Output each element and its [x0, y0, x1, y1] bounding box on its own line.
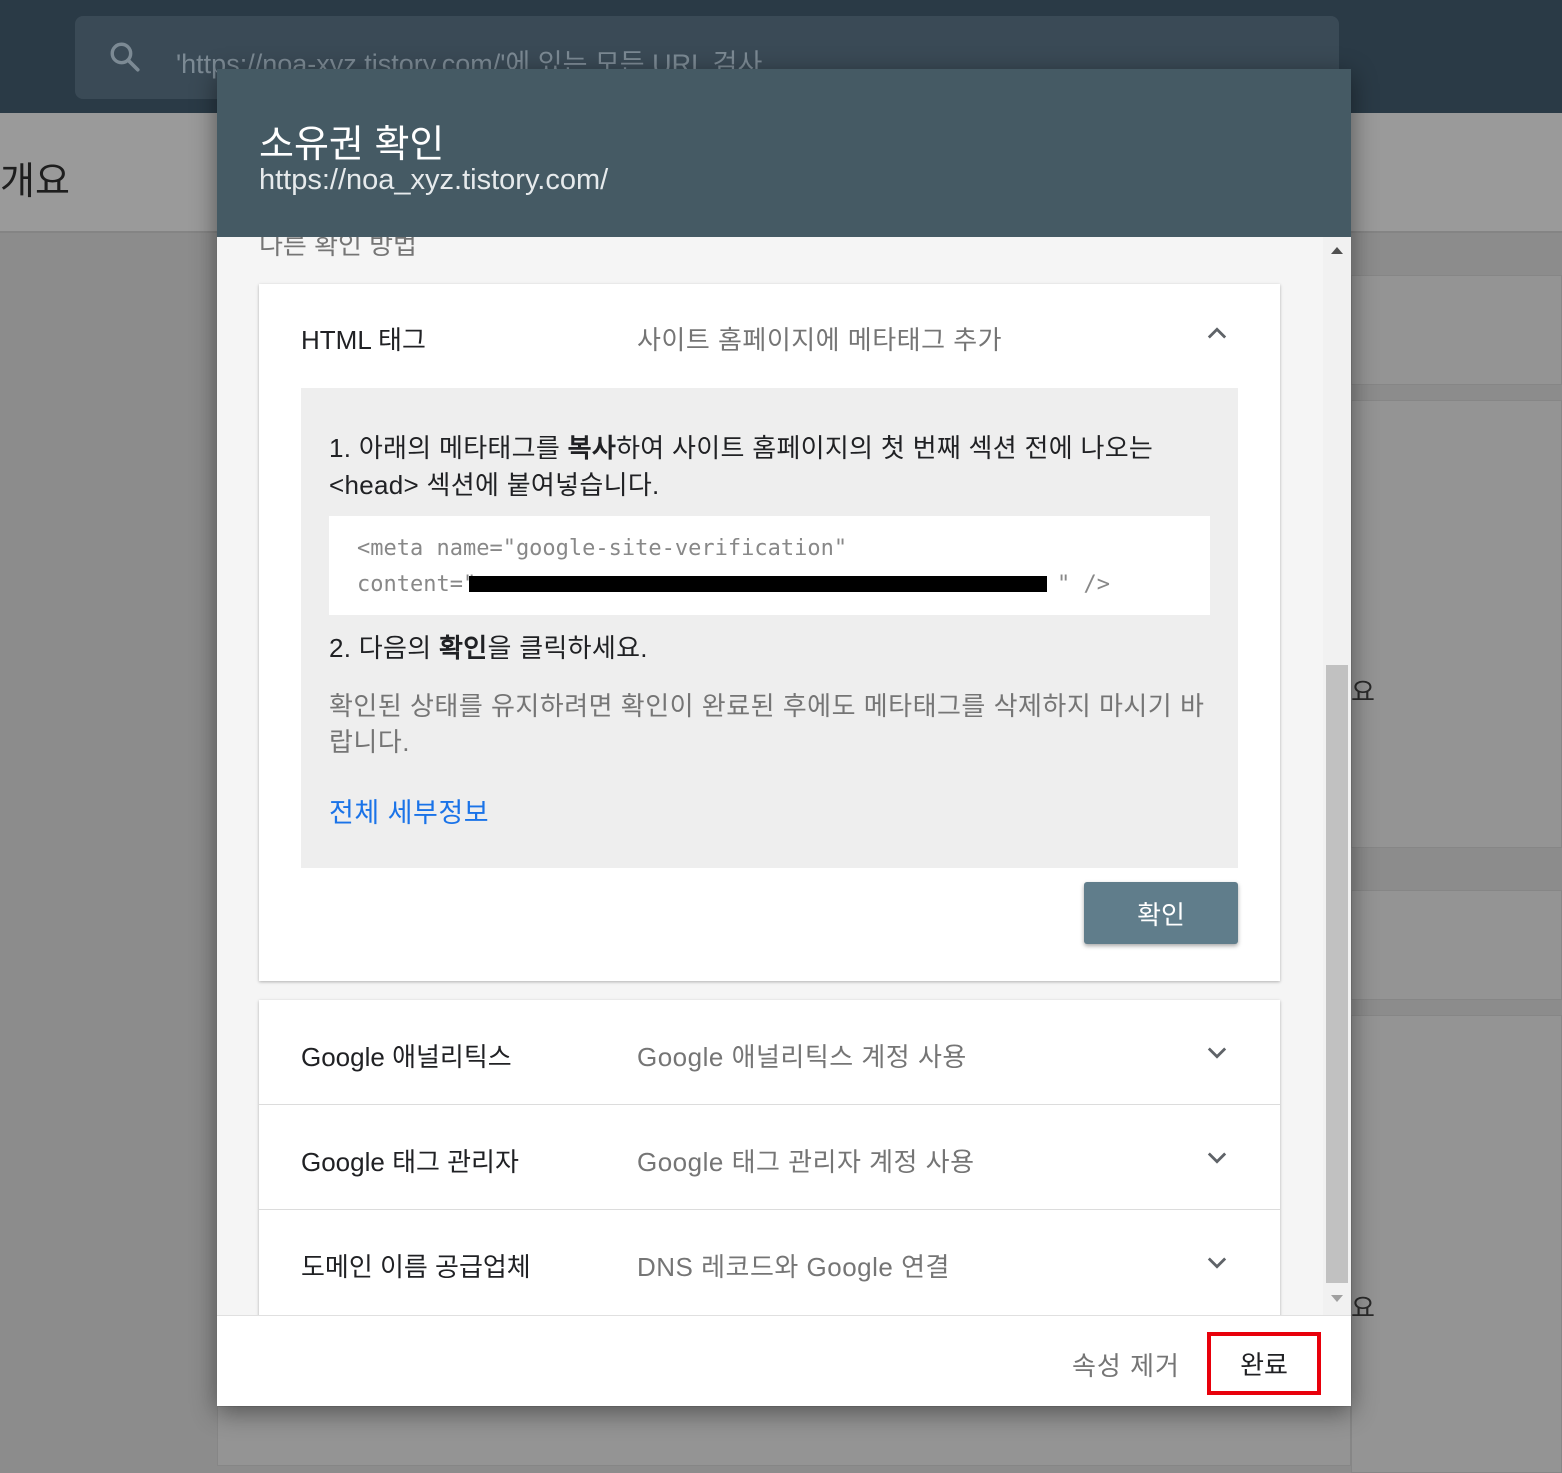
- method-description: DNS 레코드와 Google 연결: [637, 1252, 950, 1282]
- chevron-down-icon[interactable]: [1203, 1038, 1231, 1066]
- ownership-verification-dialog: 소유권 확인 https://noa_xyz.tistory.com/ 다른 확…: [217, 69, 1351, 1406]
- method-description: Google 태그 관리자 계정 사용: [637, 1147, 975, 1177]
- background-card: [1351, 890, 1562, 1000]
- other-methods-card: Google 애널리틱스 Google 애널리틱스 계정 사용 Google 태…: [259, 1000, 1280, 1315]
- method-name[interactable]: HTML 태그: [301, 320, 426, 357]
- meta-tag-code-box[interactable]: <meta name="google-site-verification" co…: [329, 516, 1210, 615]
- dialog-scrollbar[interactable]: [1323, 237, 1351, 1315]
- code-line-2-end[interactable]: " />: [1057, 572, 1110, 597]
- code-line-2-start[interactable]: content=": [357, 572, 476, 597]
- scroll-up-arrow-icon[interactable]: [1331, 247, 1343, 254]
- method-name: Google 태그 관리자: [301, 1147, 519, 1177]
- background-card: [217, 1406, 1351, 1466]
- dialog-footer: 속성 제거 완료: [217, 1315, 1351, 1406]
- method-description: Google 애널리틱스 계정 사용: [637, 1042, 967, 1072]
- redaction-bar: [469, 576, 1047, 592]
- method-row-domain-provider[interactable]: 도메인 이름 공급업체 DNS 레코드와 Google 연결: [259, 1210, 1280, 1315]
- full-details-link[interactable]: 전체 세부정보: [329, 791, 489, 830]
- background-card: [1351, 1015, 1562, 1473]
- chevron-down-icon[interactable]: [1203, 1248, 1231, 1276]
- dialog-title: 소유권 확인: [259, 124, 445, 166]
- scrollbar-thumb[interactable]: [1326, 665, 1348, 1283]
- verify-button[interactable]: 확인: [1084, 882, 1238, 944]
- dialog-header: 소유권 확인 https://noa_xyz.tistory.com/: [217, 69, 1351, 237]
- keep-tag-note: 확인된 상태를 유지하려면 확인이 완료된 후에도 메타태그를 삭제하지 마시기…: [329, 691, 1205, 757]
- step-2-bold: 확인: [439, 633, 488, 663]
- step-1-pre: 아래의 메타태그를: [358, 433, 568, 463]
- method-row-google-tag-manager[interactable]: Google 태그 관리자 Google 태그 관리자 계정 사용: [259, 1105, 1280, 1210]
- search-icon: [110, 42, 140, 72]
- other-methods-heading: 다른 확인 방법: [259, 237, 417, 260]
- done-button[interactable]: 완료: [1207, 1332, 1321, 1395]
- method-row-google-analytics[interactable]: Google 애널리틱스 Google 애널리틱스 계정 사용: [259, 1000, 1280, 1105]
- scroll-down-arrow-icon[interactable]: [1331, 1295, 1343, 1302]
- instructions-panel: 1. 아래의 메타태그를 복사하여 사이트 홈페이지의 첫 번째 섹션 전에 나…: [301, 388, 1238, 868]
- step-1-bold: 복사: [567, 433, 617, 463]
- method-description[interactable]: 사이트 홈페이지에 메타태그 추가: [637, 320, 1002, 357]
- chevron-down-icon[interactable]: [1203, 1143, 1231, 1171]
- dialog-body: 다른 확인 방법 HTML 태그 사이트 홈페이지에 메타태그 추가 1. 아래…: [217, 237, 1351, 1315]
- remove-property-button[interactable]: 속성 제거: [1072, 1346, 1180, 1383]
- background-card: [1351, 275, 1562, 385]
- step-2-text: 2. 다음의 확인을 클릭하세요.: [329, 628, 648, 665]
- html-tag-method-card: HTML 태그 사이트 홈페이지에 메타태그 추가 1. 아래의 메타태그를 복…: [259, 284, 1280, 981]
- code-line-1[interactable]: <meta name="google-site-verification": [357, 536, 847, 561]
- step-2-post: 을 클릭하세요.: [487, 633, 648, 663]
- step-2-pre: 2. 다음의: [329, 633, 439, 663]
- background-text: 요: [1351, 1293, 1375, 1323]
- dialog-property-url: https://noa_xyz.tistory.com/: [259, 164, 609, 196]
- method-name: Google 애널리틱스: [301, 1042, 512, 1072]
- step-1-number: 1.: [329, 433, 359, 463]
- step-1-text: 1. 아래의 메타태그를 복사하여 사이트 홈페이지의 첫 번째 섹션 전에 나…: [329, 430, 1219, 504]
- chevron-up-icon[interactable]: [1203, 320, 1231, 348]
- background-card: [1351, 400, 1562, 848]
- background-text: 요: [1351, 677, 1375, 707]
- page-title: 개요: [0, 161, 70, 203]
- method-name: 도메인 이름 공급업체: [301, 1252, 531, 1282]
